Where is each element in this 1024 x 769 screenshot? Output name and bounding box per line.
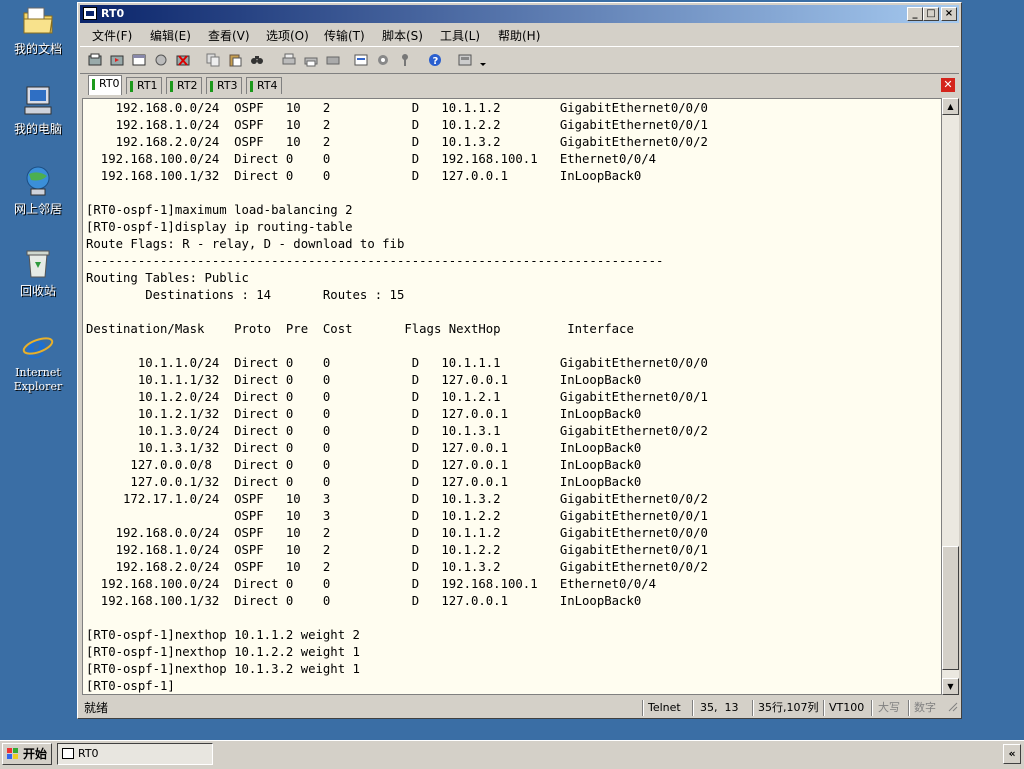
toolbar: ? (80, 46, 959, 74)
tab-rt1[interactable]: RT1 (126, 77, 162, 94)
tab-label: RT1 (137, 79, 158, 92)
connected-indicator (92, 79, 95, 90)
status-cursor: 35, 13 (700, 701, 739, 714)
menu-options[interactable]: 选项(O) (266, 27, 309, 44)
connected-indicator (170, 81, 173, 92)
reconnect-icon[interactable] (152, 51, 170, 69)
key-icon[interactable] (396, 51, 414, 69)
quick-connect-icon[interactable] (108, 51, 126, 69)
tab-rt3[interactable]: RT3 (206, 77, 242, 94)
desktop-icon-recycle-bin[interactable]: 回收站 (4, 246, 72, 298)
vertical-scrollbar[interactable]: ▲ ▼ (942, 98, 959, 695)
scroll-up-icon[interactable]: ▲ (942, 98, 959, 115)
recycle-bin-icon (21, 246, 55, 280)
network-icon (21, 164, 55, 198)
svg-text:e: e (26, 328, 46, 362)
resize-grip-icon[interactable] (946, 700, 958, 716)
desktop-icon-internet-explorer[interactable]: e Internet Explorer (4, 328, 72, 394)
print-screen-icon[interactable] (324, 51, 342, 69)
tray-expand-icon[interactable]: « (1003, 744, 1021, 764)
desktop-icon-label: Internet (15, 366, 61, 379)
connected-indicator (210, 81, 213, 92)
status-caps: 大写 (878, 701, 900, 714)
desktop-icon-my-documents[interactable]: 我的文档 (4, 4, 72, 56)
app-icon (83, 7, 97, 20)
title-bar[interactable]: RT0 _ □ × (80, 5, 959, 23)
status-row-col: 35行,107列 (758, 701, 819, 714)
menu-tools[interactable]: 工具(L) (440, 27, 480, 44)
terminal-text: 192.168.0.0/24 OSPF 10 2 D 10.1.1.2 Giga… (86, 101, 708, 693)
print-icon[interactable] (280, 51, 298, 69)
desktop-icon-label: 我的电脑 (13, 122, 62, 136)
terminal-output[interactable]: 192.168.0.0/24 OSPF 10 2 D 10.1.1.2 Giga… (82, 98, 942, 695)
tab-label: RT0 (99, 77, 120, 90)
internet-explorer-icon: e (21, 328, 55, 366)
toolbar-dropdown-icon[interactable] (478, 51, 488, 69)
tab-label: RT2 (177, 79, 198, 92)
menu-bar: 文件(F) 编辑(E) 查看(V) 选项(O) 传输(T) 脚本(S) 工具(L… (80, 24, 959, 44)
connect-icon[interactable] (86, 51, 104, 69)
status-bar: 就绪 Telnet 35, 13 35行,107列 VT100 大写 数字 (80, 698, 959, 718)
desktop-icon-label: 网上邻居 (13, 202, 62, 216)
maximize-button[interactable]: □ (923, 7, 939, 21)
status-ready: 就绪 (84, 701, 109, 715)
help-icon[interactable]: ? (426, 51, 444, 69)
tab-rt0[interactable]: RT0 (88, 75, 122, 95)
paste-icon[interactable] (226, 51, 244, 69)
status-protocol: Telnet (648, 701, 681, 714)
status-term-type: VT100 (829, 701, 865, 714)
close-tab-icon[interactable]: ✕ (941, 78, 955, 92)
computer-icon (21, 84, 55, 118)
connected-indicator (130, 81, 133, 92)
scrollbar-thumb[interactable] (942, 546, 959, 670)
desktop-icon-my-computer[interactable]: 我的电脑 (4, 84, 72, 136)
tab-label: RT3 (217, 79, 238, 92)
close-button[interactable]: × (941, 7, 957, 21)
taskbar-window-label: RT0 (78, 747, 99, 760)
terminal-window: RT0 _ □ × 文件(F) 编辑(E) 查看(V) 选项(O) 传输(T) … (77, 2, 962, 719)
start-label: 开始 (23, 747, 48, 761)
desktop-icon-label: 回收站 (19, 284, 56, 298)
desktop-icon-label: Explorer (13, 380, 63, 393)
desktop-icon-network[interactable]: 网上邻居 (4, 164, 72, 216)
connected-indicator (250, 81, 253, 92)
minimize-button[interactable]: _ (907, 7, 923, 21)
tab-rt4[interactable]: RT4 (246, 77, 282, 94)
app-icon (62, 748, 74, 759)
find-icon[interactable] (248, 51, 266, 69)
copy-icon[interactable] (204, 51, 222, 69)
menu-transfer[interactable]: 传输(T) (324, 27, 365, 44)
scroll-down-icon[interactable]: ▼ (942, 678, 959, 695)
session-tabs: RT0 RT1 RT2 RT3 RT4 ✕ (80, 74, 959, 96)
print-setup-icon[interactable] (302, 51, 320, 69)
windows-logo-icon (7, 748, 18, 759)
menu-help[interactable]: 帮助(H) (498, 27, 540, 44)
folder-icon (21, 4, 55, 38)
window-title: RT0 (101, 7, 125, 20)
session-options-icon[interactable] (352, 51, 370, 69)
menu-view[interactable]: 查看(V) (208, 27, 250, 44)
session-tab-icon[interactable] (130, 51, 148, 69)
svg-text:?: ? (433, 56, 439, 67)
global-options-icon[interactable] (374, 51, 392, 69)
desktop-icon-label: 我的文档 (13, 42, 62, 56)
start-button[interactable]: 开始 (2, 743, 52, 765)
disconnect-icon[interactable] (174, 51, 192, 69)
tab-rt2[interactable]: RT2 (166, 77, 202, 94)
menu-file[interactable]: 文件(F) (92, 27, 132, 44)
taskbar-window-rt0[interactable]: RT0 (57, 743, 213, 765)
status-num: 数字 (914, 701, 936, 714)
customize-toolbar-icon[interactable] (456, 51, 474, 69)
menu-script[interactable]: 脚本(S) (382, 27, 423, 44)
taskbar: 开始 RT0 « (0, 740, 1024, 769)
tab-label: RT4 (257, 79, 278, 92)
menu-edit[interactable]: 编辑(E) (150, 27, 191, 44)
